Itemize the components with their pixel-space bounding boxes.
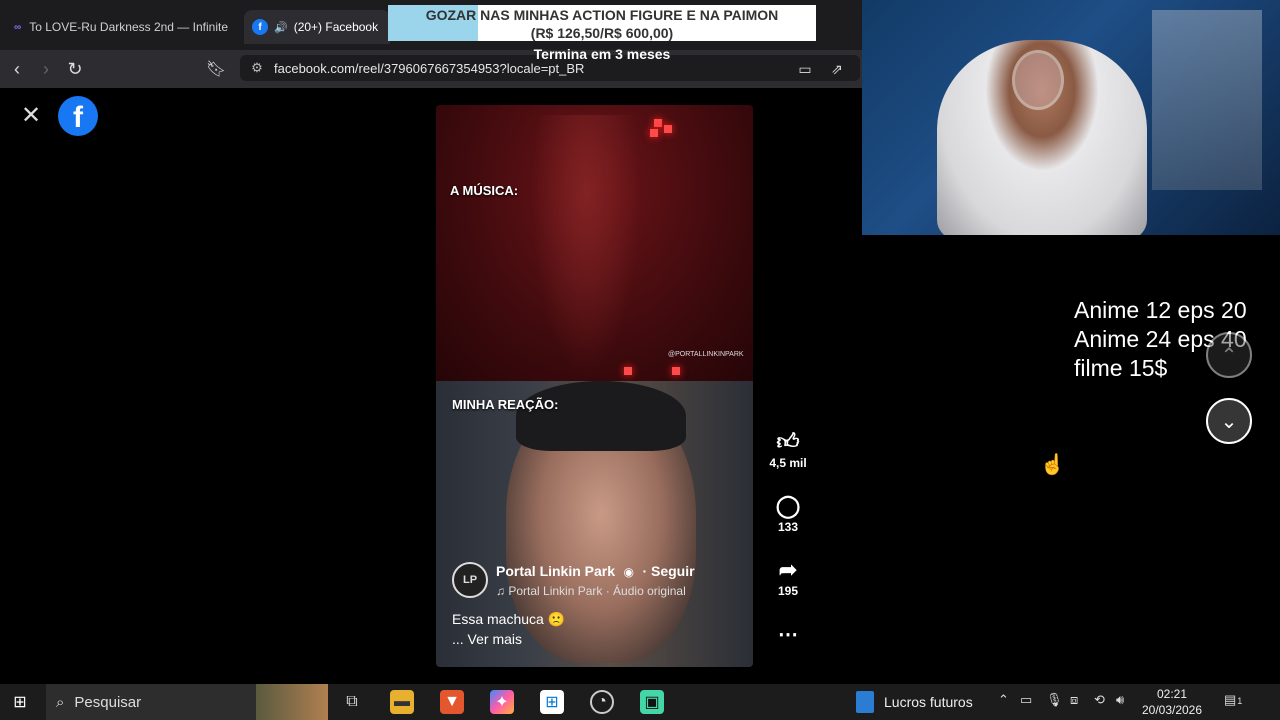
- bookmark-icon[interactable]: 🔖︎: [203, 56, 229, 82]
- goal-deadline: Termina em 3 meses: [533, 46, 671, 62]
- reel-video[interactable]: A MÚSICA: @PORTALLINKINPARK MINHA REAÇÃO…: [436, 105, 753, 667]
- infinite-icon: ∞: [14, 21, 22, 33]
- copilot-icon[interactable]: ✦: [490, 690, 514, 714]
- price-line: Anime 12 eps 20: [1074, 297, 1247, 323]
- tab-label: To LOVE-Ru Darkness 2nd — Infinite: [29, 20, 228, 34]
- hand-cursor-icon: ☝: [1040, 454, 1065, 476]
- goal-title: NAS MINHAS ACTION FIGURE E NA PAIMON: [480, 7, 779, 23]
- chevron-up-icon: ⌃: [1220, 344, 1238, 367]
- facebook-icon: f: [252, 19, 268, 35]
- search-placeholder: Pesquisar: [74, 693, 142, 711]
- brave-browser-icon[interactable]: ▼: [440, 690, 464, 714]
- stage-light: [650, 129, 658, 137]
- back-button[interactable]: ‹: [4, 56, 30, 82]
- comment-count: 133: [777, 520, 799, 534]
- comment-icon: ◯: [775, 493, 801, 518]
- author-name[interactable]: Portal Linkin Park: [496, 563, 615, 579]
- share-count: 195: [777, 584, 799, 598]
- widget-label: Lucros futuros: [884, 694, 973, 710]
- microsoft-store-icon[interactable]: ⊞: [540, 690, 564, 714]
- stage-light: [664, 125, 672, 133]
- stage-light: [672, 367, 680, 375]
- goal-amount: (R$ 126,50/R$ 600,00): [530, 25, 674, 41]
- share-icon[interactable]: ⇗: [824, 56, 850, 82]
- taskbar-search[interactable]: ⌕ Pesquisar: [46, 684, 328, 720]
- notification-badge: 1: [1237, 696, 1243, 706]
- tab-facebook[interactable]: f 🔊 (20+) Facebook: [244, 10, 390, 44]
- share-button[interactable]: ➦ 195: [768, 556, 808, 598]
- windows-start-icon[interactable]: ⊞: [8, 690, 32, 714]
- verified-icon: ◉: [623, 564, 634, 579]
- streamlabs-icon[interactable]: ▣: [640, 690, 664, 714]
- tab-label: (20+) Facebook: [293, 20, 379, 34]
- notification-icon[interactable]: ▤1: [1224, 692, 1242, 708]
- url-text: facebook.com/reel/3796067667354953?local…: [274, 60, 585, 76]
- forward-button[interactable]: ›: [33, 56, 59, 82]
- like-button[interactable]: 👍︎ 4,5 mil: [768, 428, 808, 470]
- reload-icon[interactable]: ↻: [62, 56, 88, 82]
- top-caption: A MÚSICA:: [450, 183, 519, 198]
- volume-icon[interactable]: 🔊︎: [1116, 692, 1124, 708]
- network-icon[interactable]: ▭: [1020, 692, 1032, 708]
- thumbs-up-icon: 👍︎: [776, 429, 800, 454]
- stage-light: [624, 367, 632, 375]
- display-icon[interactable]: ⧈: [1070, 692, 1078, 708]
- tab-to-love-ru[interactable]: ∞ To LOVE-Ru Darkness 2nd — Infinite: [4, 10, 236, 44]
- video-watermark: @PORTALLINKINPARK: [668, 351, 744, 358]
- top-clip: A MÚSICA: @PORTALLINKINPARK: [436, 105, 753, 381]
- author-row: LP Portal Linkin Park ◉ · Seguir ♫ Porta…: [452, 562, 695, 598]
- follow-link[interactable]: · Seguir: [642, 563, 694, 579]
- see-more-link[interactable]: ... Ver mais: [452, 631, 522, 647]
- reaction-hair: [516, 381, 686, 451]
- close-button[interactable]: ✕: [18, 103, 44, 129]
- tray-expand-icon[interactable]: ⌃: [998, 692, 1009, 708]
- install-app-icon[interactable]: ▭: [792, 56, 818, 82]
- goal-highlight-text: GOZAR: [425, 7, 477, 23]
- stage-light: [654, 119, 662, 127]
- system-clock[interactable]: 02:21 20/03/2026: [1140, 686, 1204, 718]
- webcam-overlay: [862, 0, 1280, 235]
- shelf: [1152, 10, 1262, 190]
- search-icon: ⌕: [56, 693, 65, 711]
- microphone-icon[interactable]: 🎙︎: [1046, 692, 1063, 708]
- clock-time: 02:21: [1156, 687, 1188, 701]
- headphones: [1012, 50, 1064, 110]
- previous-reel-button[interactable]: ⌃: [1206, 332, 1252, 378]
- audio-icon[interactable]: 🔊: [274, 21, 288, 34]
- comment-button[interactable]: ◯ 133: [768, 492, 808, 534]
- next-reel-button[interactable]: ⌄: [1206, 398, 1252, 444]
- audio-label[interactable]: Portal Linkin Park · Áudio original: [508, 584, 685, 598]
- obs-icon[interactable]: ◔: [590, 690, 614, 714]
- share-arrow-icon: ➦: [778, 557, 798, 582]
- singer-figure: [531, 115, 641, 375]
- chevron-down-icon: ⌄: [1220, 410, 1238, 433]
- author-avatar[interactable]: LP: [452, 562, 488, 598]
- task-view-icon[interactable]: ⧉: [340, 690, 364, 714]
- facebook-logo[interactable]: f: [58, 96, 98, 136]
- goal-banner: GOZAR NAS MINHAS ACTION FIGURE E NA PAIM…: [388, 5, 816, 41]
- sync-icon[interactable]: ⟲: [1094, 692, 1105, 708]
- reel-caption: Essa machuca 🙁: [452, 611, 566, 627]
- more-options-button[interactable]: ⋯: [768, 622, 808, 647]
- music-note-icon: ♫: [496, 583, 505, 598]
- like-count: 4,5 mil: [769, 456, 807, 470]
- search-highlight-image: [256, 684, 328, 720]
- clock-date: 20/03/2026: [1141, 703, 1203, 717]
- site-settings-icon[interactable]: ⚙: [240, 60, 274, 76]
- widget-lucros-futuros[interactable]: Lucros futuros: [856, 688, 973, 716]
- bottom-caption: MINHA REAÇÃO:: [452, 397, 559, 412]
- document-icon: [856, 691, 874, 713]
- file-explorer-icon[interactable]: ▬: [390, 690, 414, 714]
